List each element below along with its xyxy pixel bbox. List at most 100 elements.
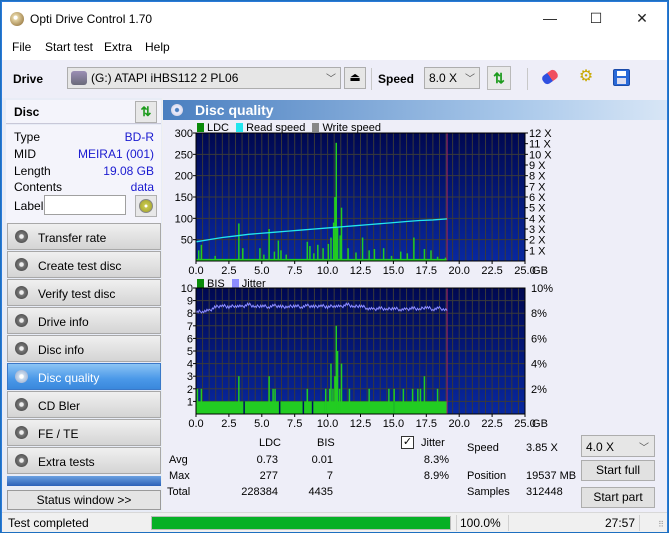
disc-icon	[15, 370, 28, 383]
disc-icon	[15, 398, 28, 411]
save-button[interactable]	[609, 66, 633, 90]
y-right-tick-label: 7 X	[529, 181, 546, 193]
col-ldc-header: LDC	[259, 437, 282, 449]
disc-quality-icon	[171, 104, 183, 116]
x-tick-label: 17.5	[416, 418, 437, 430]
status-window-button[interactable]: Status window >>	[7, 490, 161, 510]
x-tick-label: 15.0	[383, 418, 404, 430]
disc-label-button[interactable]	[135, 195, 157, 217]
bis-bar	[272, 388, 274, 414]
ldc-bar	[423, 249, 426, 261]
settings-button[interactable]: ⚙	[574, 66, 598, 90]
panel-header: Disc quality	[163, 100, 667, 120]
ldc-bar	[355, 252, 357, 261]
ldc-bar	[313, 253, 315, 261]
ldc-bar	[382, 248, 385, 261]
disc-contents-row: Contents data	[14, 180, 154, 196]
x-tick-label: 2.5	[221, 265, 236, 277]
bis-bar	[340, 363, 343, 414]
y-tick-label: 2	[187, 384, 193, 396]
toolbar-divider	[527, 68, 528, 90]
disc-length-value: 19.08 GB	[103, 164, 154, 178]
toolbar-divider	[371, 68, 372, 90]
refresh-button[interactable]: ⇅	[487, 66, 511, 90]
chevron-down-icon: ﹀	[465, 74, 475, 85]
window-title: Opti Drive Control 1.70	[30, 12, 153, 26]
bis-bar	[417, 388, 419, 414]
bis-bar	[334, 376, 336, 414]
nav-disc-info[interactable]: Disc info	[7, 335, 161, 362]
jitter-checkbox[interactable]: ✓	[401, 436, 414, 449]
total-label: Total	[167, 486, 191, 498]
nav-transfer-rate[interactable]: Transfer rate	[7, 223, 161, 250]
drive-value: (G:) ATAPI iHBS112 2 PL06	[91, 71, 239, 85]
speed-select[interactable]: 8.0 X ﹀	[424, 67, 480, 89]
test-speed-select[interactable]: 4.0 X ﹀	[581, 435, 655, 457]
start-part-button[interactable]: Start part	[581, 487, 655, 508]
nav-create-test-disc[interactable]: Create test disc	[7, 251, 161, 278]
nav-disc-quality[interactable]: Disc quality	[7, 363, 161, 390]
disc-mid-label: MID	[14, 147, 36, 161]
nav-label: Drive info	[38, 315, 89, 329]
x-tick-label: 0.0	[188, 265, 203, 277]
eject-button[interactable]: ⏏	[344, 67, 366, 89]
bis-bar	[324, 388, 327, 414]
menu-extra[interactable]: Extra	[104, 40, 132, 54]
refresh-icon: ⇅	[140, 104, 152, 119]
ldc-bar	[327, 243, 330, 261]
y-right-tick-label: 11 X	[529, 139, 551, 151]
maximize-button[interactable]: ☐	[573, 2, 619, 34]
left-panel: Disc ⇅ Type BD-R MID MEIRA1 (001) Length…	[2, 98, 162, 512]
chevron-down-icon: ﹀	[326, 74, 336, 85]
panel-title: Disc quality	[195, 102, 274, 118]
ldc-bar	[268, 229, 270, 261]
y-tick-label: 6	[187, 333, 193, 345]
y-tick-label: 300	[175, 128, 193, 140]
nav-verify-test-disc[interactable]: Verify test disc	[7, 279, 161, 306]
drive-icon	[71, 71, 87, 85]
nav-drive-info[interactable]: Drive info	[7, 307, 161, 334]
position-label: Position	[467, 470, 507, 482]
resize-grip[interactable]: ⠿	[658, 520, 664, 529]
ldc-bar	[200, 244, 203, 261]
x-axis-unit: GB	[532, 265, 548, 277]
ldc-bar	[277, 240, 280, 261]
menu-start-test[interactable]: Start test	[45, 40, 93, 54]
max-ldc-value: 277	[259, 470, 278, 482]
disc-label-input[interactable]	[44, 195, 126, 215]
x-tick-label: 20.0	[448, 265, 469, 277]
disc-refresh-button[interactable]: ⇅	[135, 101, 157, 123]
close-button[interactable]: ✕	[619, 2, 665, 34]
nav-fe-te[interactable]: FE / TE	[7, 419, 161, 446]
erase-button[interactable]	[538, 66, 562, 90]
app-window: Opti Drive Control 1.70 — ☐ ✕ File Start…	[1, 1, 668, 532]
disc-length-label: Length	[14, 164, 51, 178]
bis-bar	[196, 388, 199, 414]
bis-gap	[311, 401, 314, 414]
bis-bar	[402, 388, 405, 414]
ldc-bar	[347, 248, 349, 261]
nav-label: Disc info	[38, 343, 85, 357]
start-full-button[interactable]: Start full	[581, 460, 655, 481]
nav-cd-bler[interactable]: CD Bler	[7, 391, 161, 418]
ldc-bar	[361, 237, 364, 261]
menu-file[interactable]: File	[12, 40, 31, 54]
elapsed-time: 27:57	[604, 516, 635, 530]
progress-percent: 100.0%	[460, 516, 501, 530]
nav-extra-tests[interactable]: Extra tests	[7, 447, 161, 474]
disc-length-row: Length 19.08 GB	[14, 164, 154, 180]
disc-label-label: Label	[14, 199, 44, 213]
y-right-tick-label: 2 X	[529, 235, 546, 247]
x-tick-label: 17.5	[416, 265, 437, 277]
menu-help[interactable]: Help	[145, 40, 170, 54]
drive-select[interactable]: (G:) ATAPI iHBS112 2 PL06 ﹀	[67, 67, 341, 89]
speed-value: 8.0 X	[429, 71, 458, 85]
nav-label: Verify test disc	[38, 287, 116, 301]
minimize-button[interactable]: —	[527, 2, 573, 34]
samples-label: Samples	[467, 486, 510, 498]
status-divider	[456, 515, 457, 531]
ldc-bar	[444, 257, 447, 261]
bis-bar	[436, 388, 439, 414]
disc-mid-row: MID MEIRA1 (001)	[14, 147, 154, 163]
ldc-bar	[317, 244, 319, 261]
